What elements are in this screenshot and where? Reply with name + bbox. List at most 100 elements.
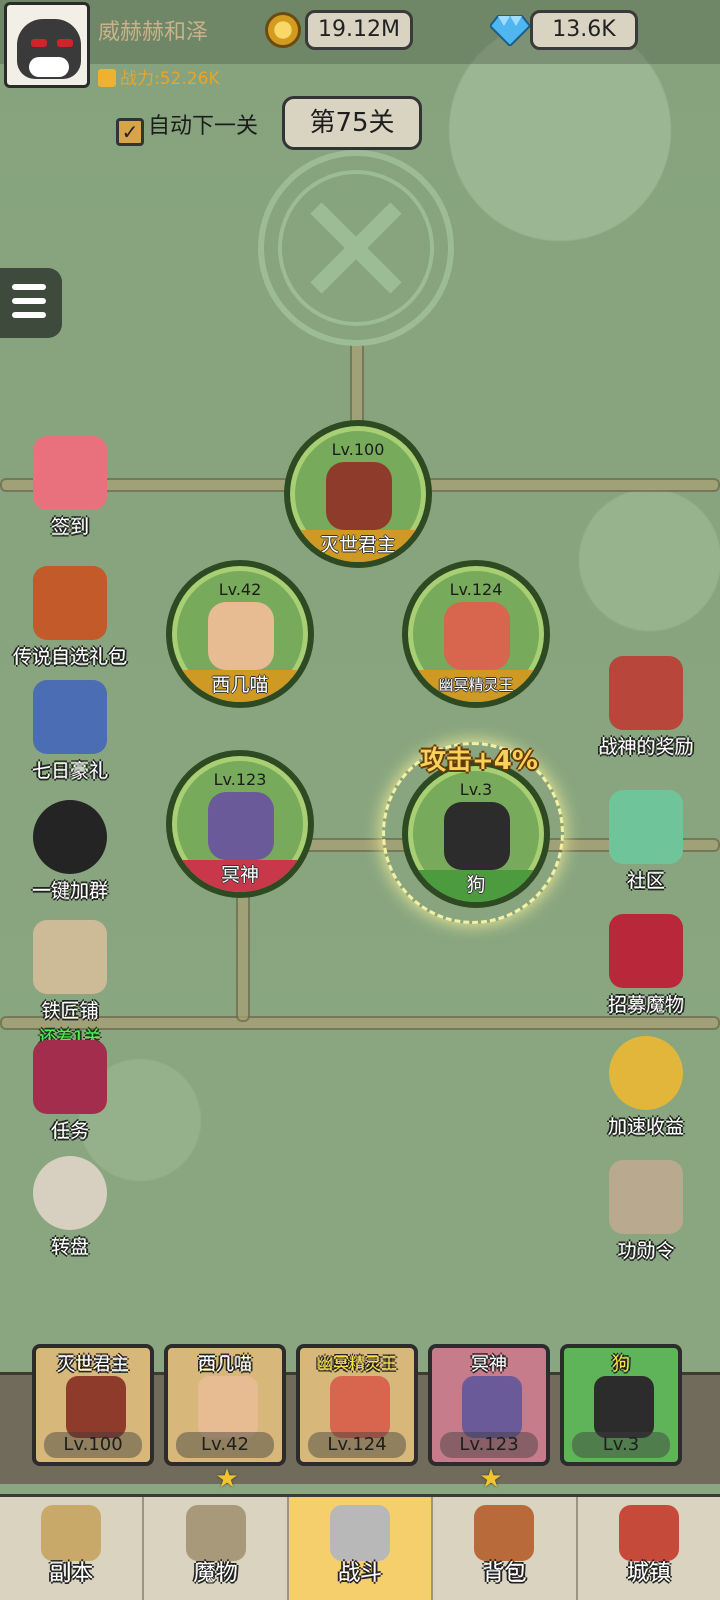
community-label: 社区 [626,870,665,892]
player-name: 威赫赫和泽 [98,20,209,45]
avatar-snout [29,57,69,77]
team-slot-level: Lv.3 [572,1432,670,1458]
hero-slot[interactable]: Lv.123 冥神 [166,750,314,898]
menu-line [12,298,46,304]
catgirl-icon [33,436,107,510]
hero-level: Lv.100 [331,440,385,459]
wheel-button[interactable]: 转盘 [0,1156,140,1259]
helmet-icon [609,1160,683,1234]
hero-slot[interactable]: Lv.100 灭世君主 [284,420,432,568]
legend-pack-button[interactable]: 传说自选礼包 [0,566,140,669]
nav-dungeon[interactable]: 副本 [0,1497,145,1600]
speed-up-button[interactable]: 加速收益 [576,1036,716,1139]
avatar-eye [57,39,73,47]
recruit-button[interactable]: 招募魔物 [576,914,716,1017]
dark-god-portrait [462,1376,522,1438]
nav-bag[interactable]: 背包 [433,1497,578,1600]
auto-next-checkbox[interactable]: ✓ [116,118,144,146]
war-god-reward-button[interactable]: 战神的奖励 [576,656,716,759]
menu-line [12,284,46,290]
war-god-reward-label: 战神的奖励 [598,736,694,758]
hero-slot[interactable]: Lv.42 西几喵 [166,560,314,708]
player-avatar[interactable] [4,2,90,88]
merit-order-button[interactable]: 功勋令 [576,1160,716,1263]
menu-line [12,312,46,318]
coin-arrow-icon [609,1036,683,1110]
wheel-label: 转盘 [50,1236,89,1258]
hero-slot[interactable]: Lv.3 狗 [402,760,550,908]
dog-portrait [594,1376,654,1438]
scroll-icon [33,920,107,994]
backpack-icon [474,1505,535,1561]
team-slot-level: Lv.124 [308,1432,406,1458]
nav-battle[interactable]: 战斗 [288,1497,434,1600]
banner-icon [609,914,683,988]
hero-slot[interactable]: Lv.124 幽冥精灵王 [402,560,550,708]
team-slot-name: 幽冥精灵王 [316,1354,397,1373]
elf-king-figure [444,602,510,670]
spartan-icon [609,656,683,730]
team-slot[interactable]: 冥神 Lv.123 [428,1344,550,1466]
hero-name: 冥神 [172,860,308,892]
diamond-icon [490,15,530,46]
team-slot-level: Lv.42 [176,1432,274,1458]
gem-counter[interactable]: 13.6K [530,10,638,50]
hero-name: 西几喵 [172,670,308,702]
dark-god-figure [208,792,274,860]
coin-counter[interactable]: 19.12M [305,10,413,50]
recruit-label: 招募魔物 [607,994,684,1016]
dog-figure [444,802,510,870]
quest-button[interactable]: 任务 [0,1040,140,1143]
crossed-swords-icon [330,1505,391,1561]
team-slot[interactable]: 西几喵 Lv.42 [164,1344,286,1466]
join-group-label: 一键加群 [31,880,108,902]
star-icon: ★ [215,1464,239,1494]
team-slot[interactable]: 幽冥精灵王 Lv.124 [296,1344,418,1466]
team-slot[interactable]: 灭世君主 Lv.100 [32,1344,154,1466]
community-button[interactable]: 社区 [576,790,716,893]
stage-button[interactable]: 第75关 [282,96,422,150]
nav-label: 副本 [49,1561,94,1586]
crossed-swords-icon[interactable] [258,150,454,346]
hero-name: 狗 [408,870,544,902]
penguin-icon [33,800,107,874]
sign-in-label: 签到 [50,516,89,538]
hero-level: Lv.42 [218,580,262,599]
knight-helmet-icon [33,680,107,754]
avatar-eye [31,39,47,47]
team-slot-name: 灭世君主 [57,1354,129,1375]
seven-day-button[interactable]: 七日豪礼 [0,680,140,783]
shop-icon [618,1505,679,1561]
auto-next-toggle[interactable]: ✓ 自动下一关 [116,108,258,146]
bottom-nav: 副本 魔物 战斗 背包 城镇 [0,1494,720,1600]
book-icon [33,1040,107,1114]
team-slot[interactable]: 狗 Lv.3 [560,1344,682,1466]
blacksmith-button[interactable]: 铁匠铺 还差1关 [0,920,140,1048]
nav-monsters[interactable]: 魔物 [144,1497,289,1600]
wheel-icon [33,1156,107,1230]
auto-next-label: 自动下一关 [148,114,259,139]
star-icon: ★ [479,1464,503,1494]
nav-label: 城镇 [626,1561,671,1586]
warrior-figure [326,462,392,530]
nav-town[interactable]: 城镇 [578,1497,720,1600]
hero-name: 灭世君主 [290,530,426,562]
quest-label: 任务 [50,1120,89,1142]
sign-in-button[interactable]: 签到 [0,436,140,539]
elf-king-portrait [330,1376,390,1438]
catgirl-figure [208,602,274,670]
team-slot-name: 狗 [612,1354,630,1375]
team-slot-level: Lv.123 [440,1432,538,1458]
menu-button[interactable] [0,268,62,338]
hero-level: Lv.3 [459,780,493,799]
join-group-button[interactable]: 一键加群 [0,800,140,903]
hero-level: Lv.123 [213,770,267,789]
swords-glyph [310,202,402,294]
monster-helmet-icon [185,1505,246,1561]
legend-pack-label: 传说自选礼包 [12,646,127,668]
attack-buff-label: 攻击+4% [420,746,538,776]
map-scroll-icon [41,1505,102,1561]
blacksmith-label: 铁匠铺 [41,1000,99,1022]
warrior-portrait [66,1376,126,1438]
treasure-chest-icon [33,566,107,640]
